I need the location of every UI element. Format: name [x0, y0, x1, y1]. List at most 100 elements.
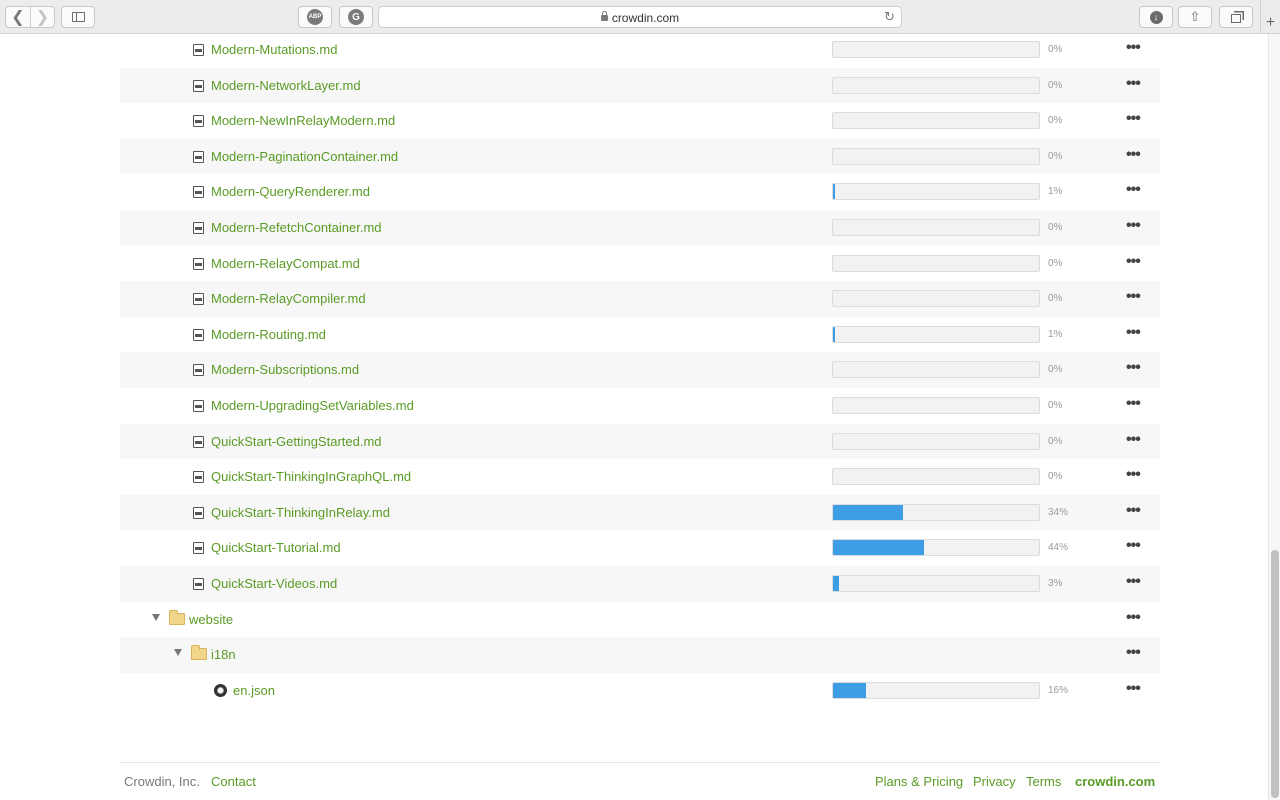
- file-row[interactable]: Modern-RefetchContainer.md 0% •••: [120, 209, 1160, 246]
- progress-percent: 3%: [1048, 577, 1063, 589]
- progress-fill: [833, 504, 904, 520]
- address-bar[interactable]: crowdin.com ↻: [378, 6, 902, 28]
- file-name-link[interactable]: Modern-QueryRenderer.md: [211, 184, 370, 199]
- back-icon[interactable]: ❮: [6, 7, 30, 27]
- footer-privacy-link[interactable]: Privacy: [973, 774, 1016, 789]
- file-row[interactable]: Modern-PaginationContainer.md 0% •••: [120, 138, 1160, 175]
- progress-percent: 0%: [1048, 435, 1063, 447]
- more-actions-icon[interactable]: •••: [1126, 537, 1141, 555]
- file-name-link[interactable]: QuickStart-ThinkingInGraphQL.md: [211, 469, 411, 484]
- folder-icon: [191, 645, 207, 661]
- footer-plans-link[interactable]: Plans & Pricing: [875, 774, 963, 789]
- progress-percent: 1%: [1048, 186, 1063, 198]
- scrollbar-thumb[interactable]: [1271, 550, 1279, 798]
- progress-percent: 0%: [1048, 221, 1063, 233]
- file-name-link[interactable]: Modern-Subscriptions.md: [211, 362, 359, 377]
- folder-name-link[interactable]: i18n: [211, 647, 236, 662]
- file-row[interactable]: Modern-NetworkLayer.md 0% •••: [120, 67, 1160, 104]
- more-actions-icon[interactable]: •••: [1126, 324, 1141, 342]
- more-actions-icon[interactable]: •••: [1126, 359, 1141, 377]
- file-row[interactable]: Modern-RelayCompat.md 0% •••: [120, 246, 1160, 282]
- markdown-file-icon: [193, 150, 204, 163]
- more-actions-icon[interactable]: •••: [1126, 217, 1141, 235]
- more-actions-icon[interactable]: •••: [1126, 75, 1141, 93]
- more-actions-icon[interactable]: •••: [1126, 146, 1141, 164]
- folder-row-website[interactable]: website •••: [120, 602, 1160, 638]
- more-actions-icon[interactable]: •••: [1126, 39, 1141, 57]
- progress-percent: 0%: [1048, 293, 1063, 305]
- file-name-link[interactable]: QuickStart-Tutorial.md: [211, 540, 341, 555]
- progress-bar: [832, 539, 1040, 557]
- progress-percent: 44%: [1048, 542, 1069, 554]
- file-row[interactable]: QuickStart-GettingStarted.md 0% •••: [120, 423, 1160, 460]
- file-row[interactable]: Modern-Subscriptions.md 0% •••: [120, 352, 1160, 388]
- footer-brand-link[interactable]: crowdin.com: [1075, 774, 1155, 789]
- more-actions-icon[interactable]: •••: [1126, 395, 1141, 413]
- more-actions-icon[interactable]: •••: [1126, 431, 1141, 449]
- file-row[interactable]: Modern-UpgradingSetVariables.md 0% •••: [120, 388, 1160, 424]
- more-actions-icon[interactable]: •••: [1126, 253, 1141, 271]
- file-row[interactable]: QuickStart-Videos.md 3% •••: [120, 565, 1160, 602]
- file-row[interactable]: Modern-Routing.md 1% •••: [120, 317, 1160, 353]
- folder-row-i18n[interactable]: i18n •••: [120, 637, 1160, 673]
- browser-toolbar: ❮ ❯ ABP G crowdin.com ↻ ↓ ⇧ +: [0, 0, 1280, 34]
- file-row[interactable]: Modern-QueryRenderer.md 1% •••: [120, 174, 1160, 210]
- file-name-link[interactable]: Modern-Mutations.md: [211, 42, 337, 57]
- file-row-json[interactable]: en.json 16% •••: [120, 673, 1160, 709]
- file-row[interactable]: QuickStart-ThinkingInGraphQL.md 0% •••: [120, 459, 1160, 495]
- markdown-file-icon: [193, 293, 204, 306]
- file-name-link[interactable]: Modern-RefetchContainer.md: [211, 220, 382, 235]
- collapse-caret-icon[interactable]: [174, 649, 182, 657]
- progress-percent: 0%: [1048, 79, 1063, 91]
- more-actions-icon[interactable]: •••: [1126, 110, 1141, 128]
- more-actions-icon[interactable]: •••: [1126, 181, 1141, 199]
- more-actions-icon[interactable]: •••: [1126, 644, 1141, 662]
- adblock-extension-button[interactable]: ABP: [298, 6, 332, 28]
- file-name-link[interactable]: Modern-UpgradingSetVariables.md: [211, 398, 414, 413]
- more-actions-icon[interactable]: •••: [1126, 288, 1141, 306]
- grammarly-extension-button[interactable]: G: [339, 6, 373, 28]
- progress-bar: [832, 361, 1040, 379]
- markdown-file-icon: [193, 221, 204, 234]
- file-name-link[interactable]: QuickStart-ThinkingInRelay.md: [211, 505, 390, 520]
- collapse-caret-icon[interactable]: [152, 613, 160, 621]
- progress-bar: [832, 574, 1040, 592]
- markdown-file-icon: [193, 364, 204, 377]
- more-actions-icon[interactable]: •••: [1126, 466, 1141, 484]
- file-name-link[interactable]: QuickStart-Videos.md: [211, 576, 337, 591]
- forward-icon[interactable]: ❯: [30, 7, 54, 27]
- file-name-link[interactable]: Modern-PaginationContainer.md: [211, 149, 398, 164]
- markdown-file-icon: [193, 577, 204, 590]
- file-name-link[interactable]: Modern-NetworkLayer.md: [211, 78, 361, 93]
- markdown-file-icon: [193, 328, 204, 341]
- new-tab-button[interactable]: +: [1260, 0, 1280, 34]
- share-button[interactable]: ⇧: [1178, 6, 1212, 28]
- file-name-link[interactable]: Modern-RelayCompiler.md: [211, 291, 366, 306]
- folder-name-link[interactable]: website: [189, 612, 233, 627]
- file-row[interactable]: Modern-NewInRelayModern.md 0% •••: [120, 103, 1160, 139]
- file-name-link[interactable]: Modern-NewInRelayModern.md: [211, 113, 395, 128]
- file-row[interactable]: QuickStart-ThinkingInRelay.md 34% •••: [120, 494, 1160, 531]
- file-name-link[interactable]: QuickStart-GettingStarted.md: [211, 434, 382, 449]
- file-name-link[interactable]: Modern-Routing.md: [211, 327, 326, 342]
- more-actions-icon[interactable]: •••: [1126, 573, 1141, 591]
- tabs-overview-button[interactable]: [1219, 6, 1253, 28]
- more-actions-icon[interactable]: •••: [1126, 609, 1141, 627]
- progress-percent: 0%: [1048, 115, 1063, 127]
- file-name-link[interactable]: Modern-RelayCompat.md: [211, 256, 360, 271]
- file-name-link[interactable]: en.json: [233, 683, 275, 698]
- markdown-file-icon: [193, 44, 204, 56]
- more-actions-icon[interactable]: •••: [1126, 680, 1141, 698]
- sidebar-toggle-button[interactable]: [61, 6, 95, 28]
- more-actions-icon[interactable]: •••: [1126, 502, 1141, 520]
- progress-bar: [832, 468, 1040, 486]
- page-scrollbar[interactable]: [1268, 34, 1280, 800]
- footer-terms-link[interactable]: Terms: [1026, 774, 1061, 789]
- file-row[interactable]: QuickStart-Tutorial.md 44% •••: [120, 530, 1160, 566]
- reload-icon[interactable]: ↻: [884, 9, 895, 25]
- file-row[interactable]: Modern-RelayCompiler.md 0% •••: [120, 281, 1160, 317]
- grammarly-icon: G: [348, 9, 364, 25]
- footer-contact-link[interactable]: Contact: [211, 774, 256, 789]
- file-row[interactable]: Modern-Mutations.md 0% •••: [120, 32, 1160, 68]
- downloads-button[interactable]: ↓: [1139, 6, 1173, 28]
